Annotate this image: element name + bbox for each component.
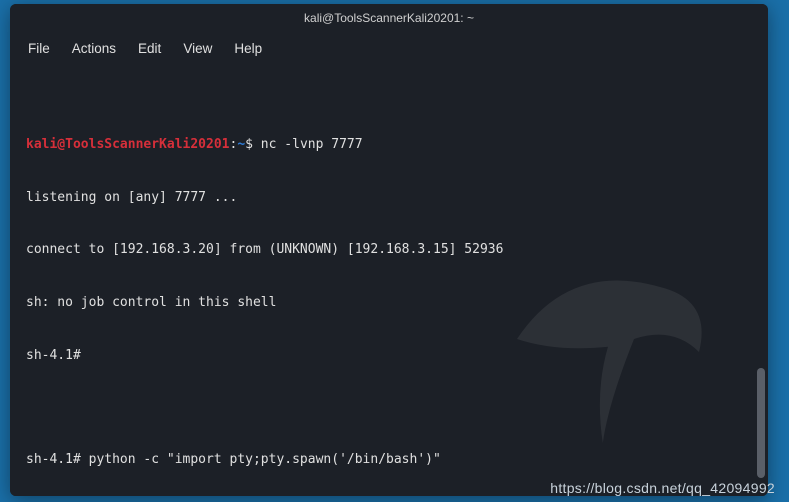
kali-logo-icon	[478, 196, 738, 456]
scrollbar[interactable]	[757, 68, 765, 490]
terminal-line	[26, 399, 752, 416]
titlebar[interactable]: kali@ToolsScannerKali20201: ~	[10, 4, 768, 32]
menu-help[interactable]: Help	[234, 41, 262, 56]
terminal-line: kali@ToolsScannerKali20201:~$ nc -lvnp 7…	[26, 136, 752, 154]
prompt-user: kali@ToolsScannerKali20201	[26, 137, 230, 152]
menubar: File Actions Edit View Help	[10, 32, 768, 64]
terminal-window: kali@ToolsScannerKali20201: ~ File Actio…	[10, 4, 768, 496]
terminal-line: sh: no job control in this shell	[26, 294, 752, 312]
menu-actions[interactable]: Actions	[72, 41, 116, 56]
menu-view[interactable]: View	[183, 41, 212, 56]
terminal-line: listening on [any] 7777 ...	[26, 189, 752, 207]
cmd-text: nc -lvnp 7777	[253, 137, 363, 152]
prompt-path: ~	[237, 137, 245, 152]
terminal-line: connect to [192.168.3.20] from (UNKNOWN)…	[26, 241, 752, 259]
prompt-symbol: $	[245, 137, 253, 152]
terminal-line: sh-4.1# python -c "import pty;pty.spawn(…	[26, 451, 752, 469]
window-title: kali@ToolsScannerKali20201: ~	[304, 11, 474, 25]
terminal-line: sh-4.1#	[26, 347, 752, 365]
scrollbar-thumb[interactable]	[757, 368, 765, 478]
watermark: https://blog.csdn.net/qq_42094992	[550, 480, 775, 496]
terminal-body[interactable]: kali@ToolsScannerKali20201:~$ nc -lvnp 7…	[10, 64, 768, 496]
menu-file[interactable]: File	[28, 41, 50, 56]
menu-edit[interactable]: Edit	[138, 41, 161, 56]
